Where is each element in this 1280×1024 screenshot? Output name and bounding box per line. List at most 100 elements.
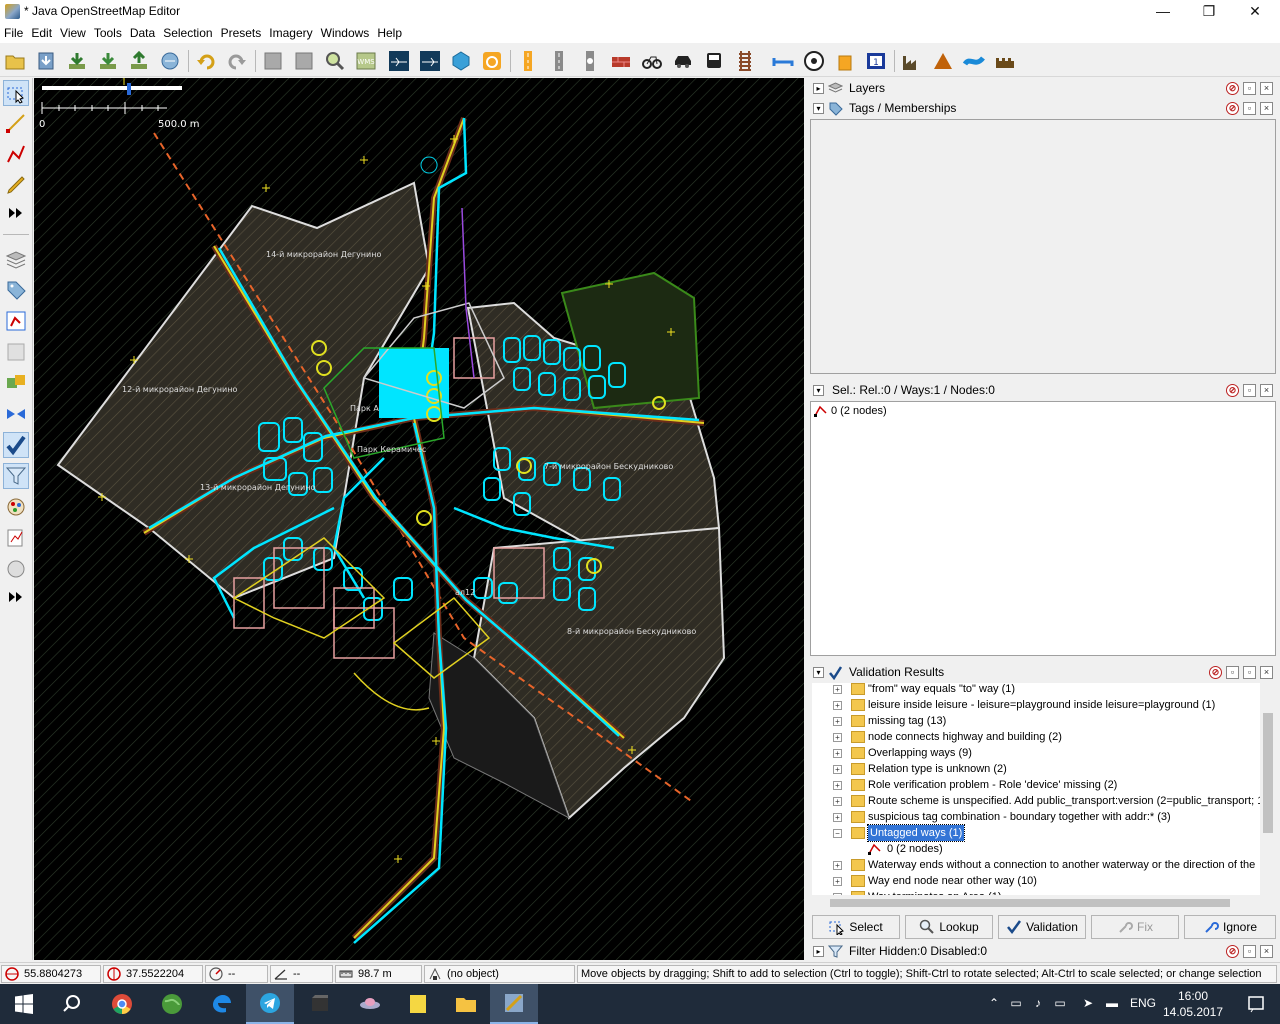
preset-info-icon[interactable]: 1 [863, 48, 889, 74]
validation-group-row[interactable]: + leisure inside leisure - leisure=playgr… [812, 697, 1260, 713]
menu-windows[interactable]: Windows [317, 23, 374, 43]
3d-box-icon[interactable] [448, 48, 474, 74]
selection-panel-header[interactable]: ▾ Sel.: Rel.:0 / Ways:1 / Nodes:0 ⊘ ▫ × [810, 381, 1278, 400]
preset-car-icon[interactable] [670, 48, 696, 74]
filter-toggle-icon[interactable] [3, 463, 29, 489]
layers-toggle-icon[interactable] [3, 246, 29, 272]
validation-group-row[interactable]: + missing tag (13) [812, 713, 1260, 729]
selection-list-icon[interactable] [3, 308, 29, 334]
expand-icon[interactable]: + [833, 765, 842, 774]
menu-selection[interactable]: Selection [159, 23, 216, 43]
collapse-icon[interactable]: − [833, 829, 842, 838]
vertical-scrollbar[interactable] [1260, 683, 1276, 895]
validation-tree[interactable]: + "from" way equals "to" way (1) + leisure … [812, 683, 1260, 895]
expand-icon[interactable]: + [833, 717, 842, 726]
save-icon[interactable] [33, 48, 59, 74]
upload-icon[interactable] [126, 48, 152, 74]
delete-icon[interactable] [291, 48, 317, 74]
menu-imagery[interactable]: Imagery [265, 23, 316, 43]
panel-detach-button[interactable]: ▫ [1243, 945, 1256, 958]
validation-group-row[interactable]: + "from" way equals "to" way (1) [812, 683, 1260, 697]
minimize-button[interactable]: — [1140, 0, 1186, 23]
expand-toggle[interactable]: ▸ [813, 946, 824, 957]
panel-detach-button[interactable]: ▫ [1243, 666, 1256, 679]
simplify-way-icon[interactable] [386, 48, 412, 74]
telegram-tray-icon[interactable]: ➤ [1080, 996, 1096, 1012]
history-icon[interactable] [3, 556, 29, 582]
undo-icon[interactable] [193, 48, 219, 74]
video-editor-icon[interactable] [296, 984, 344, 1024]
panel-settings-button[interactable]: ▫ [1226, 666, 1239, 679]
map-view[interactable]: 0 500.0 m 14-й микрорайон Дегунино 12-й … [34, 78, 804, 960]
expand-icon[interactable]: + [833, 781, 842, 790]
collapse-toggle[interactable]: ▾ [813, 103, 824, 114]
collapse-toggle[interactable]: ▾ [813, 385, 824, 396]
expand-icon[interactable]: + [833, 749, 842, 758]
panel-detach-button[interactable]: ▫ [1243, 384, 1256, 397]
wms-icon[interactable]: WMS [353, 48, 379, 74]
telegram-icon[interactable] [246, 984, 294, 1024]
preset-path-icon[interactable] [546, 48, 572, 74]
merge-icon[interactable] [3, 401, 29, 427]
selection-item[interactable]: 0 (2 nodes) [831, 405, 887, 417]
more-modes-icon[interactable] [3, 200, 29, 226]
validation-panel-header[interactable]: ▾ Validation Results ⊘ ▫ ▫ × [810, 663, 1278, 682]
align-circle-icon[interactable] [417, 48, 443, 74]
map-paint-icon[interactable] [3, 494, 29, 520]
draw-pencil-icon[interactable] [3, 172, 29, 198]
panel-close-button[interactable]: × [1260, 945, 1273, 958]
validation-group-row[interactable]: + Role verification problem - Role 'devic… [812, 777, 1260, 793]
expand-icon[interactable]: + [833, 877, 842, 886]
validation-group-row[interactable]: + suspicious tag combination - boundary t… [812, 809, 1260, 825]
menu-presets[interactable]: Presets [217, 23, 266, 43]
notes-icon[interactable] [3, 525, 29, 551]
scroll-thumb[interactable] [830, 899, 1230, 907]
zoom-icon[interactable] [322, 48, 348, 74]
chevron-up-icon[interactable]: ⌃ [986, 996, 1002, 1012]
preset-sport-icon[interactable] [801, 48, 827, 74]
josm-taskbar-icon[interactable] [490, 984, 538, 1024]
select-mode-icon[interactable] [3, 80, 29, 106]
close-window-button[interactable]: ✕ [1232, 0, 1278, 23]
expand-toggle[interactable]: ▸ [813, 83, 824, 94]
preset-barrier-icon[interactable] [608, 48, 634, 74]
validation-toggle-icon[interactable] [3, 432, 29, 458]
preset-peak-icon[interactable] [930, 48, 956, 74]
globe-app-icon[interactable] [148, 984, 196, 1024]
validation-child-row[interactable]: 0 (2 nodes) [812, 841, 1260, 857]
expand-icon[interactable]: + [833, 685, 842, 694]
ufo-app-icon[interactable] [346, 984, 394, 1024]
download-icon[interactable] [64, 48, 90, 74]
notifications-icon[interactable] [1232, 984, 1280, 1024]
validation-group-row[interactable]: + node connects highway and building (2) [812, 729, 1260, 745]
panel-detach-button[interactable]: ▫ [1243, 82, 1256, 95]
preset-castle-icon[interactable] [992, 48, 1018, 74]
preset-railway-icon[interactable] [732, 48, 758, 74]
tags-toggle-icon[interactable] [3, 277, 29, 303]
sticky-notes-icon[interactable] [394, 984, 442, 1024]
search-icon[interactable] [48, 984, 96, 1024]
tags-panel-header[interactable]: ▾ Tags / Memberships ⊘ ▫ × [810, 99, 1278, 118]
lookup-button[interactable]: Lookup [905, 915, 993, 939]
more-toggles-icon[interactable] [3, 584, 29, 610]
flag-icon[interactable]: ▬ [1104, 996, 1120, 1012]
panel-detach-button[interactable]: ▫ [1243, 102, 1256, 115]
preset-bicycle-icon[interactable] [639, 48, 665, 74]
validation-group-row[interactable]: + Waterway ends without a connection to a… [812, 857, 1260, 873]
menu-help[interactable]: Help [373, 23, 406, 43]
redo-icon[interactable] [224, 48, 250, 74]
validation-group-row[interactable]: + Route scheme is unspecified. Add public… [812, 793, 1260, 809]
orthogonalize-icon[interactable] [479, 48, 505, 74]
volume-icon[interactable]: ♪ [1030, 996, 1046, 1012]
chrome-icon[interactable] [98, 984, 146, 1024]
horizontal-scrollbar[interactable] [812, 895, 1260, 911]
preset-bus-icon[interactable] [701, 48, 727, 74]
improve-way-icon[interactable] [3, 141, 29, 167]
menu-data[interactable]: Data [126, 23, 159, 43]
display-icon[interactable]: ▭ [1052, 996, 1068, 1012]
preferences-icon[interactable] [260, 48, 286, 74]
language-indicator[interactable]: ENG [1128, 996, 1158, 1012]
scroll-thumb[interactable] [1263, 713, 1273, 833]
expand-icon[interactable]: + [833, 813, 842, 822]
panel-close-button[interactable]: × [1260, 384, 1273, 397]
